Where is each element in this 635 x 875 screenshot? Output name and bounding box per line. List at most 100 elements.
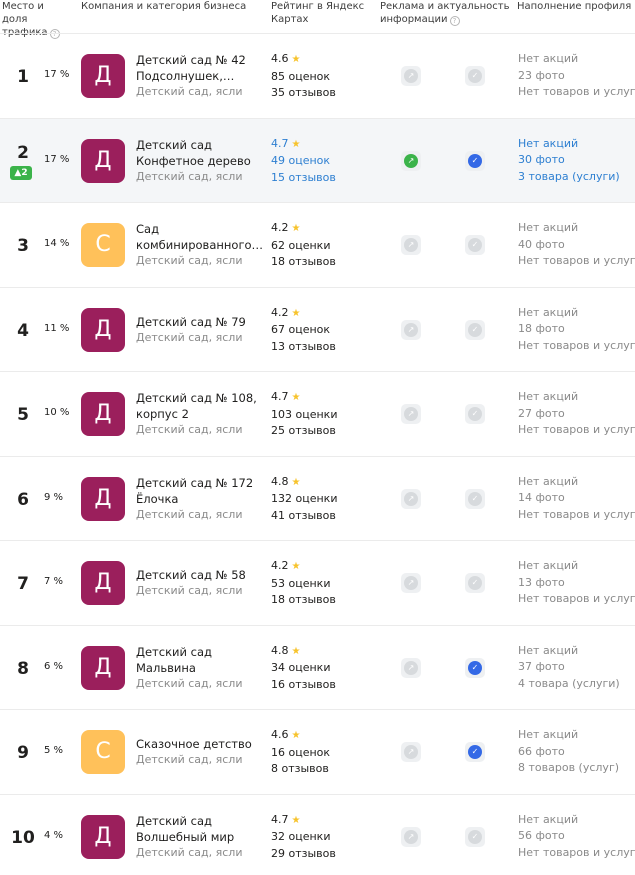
profile-fill: Нет акций 13 фото Нет товаров и услуг xyxy=(518,558,635,608)
actuality-status-icon[interactable]: ✓ xyxy=(465,573,485,593)
star-icon: ★ xyxy=(291,730,301,741)
table-row[interactable]: 86 % Д Детский сад Мальвина Детский сад, ясл… xyxy=(0,624,635,710)
ad-status-icon[interactable]: ↗ xyxy=(401,573,421,593)
company-info[interactable]: Детский сад № 172 Ёлочка Детский сад, ясли xyxy=(136,475,264,523)
ad-status-icon[interactable]: ↗ xyxy=(401,742,421,762)
ad-status-icon[interactable]: ↗ xyxy=(401,150,421,171)
company-name[interactable]: Детский сад xyxy=(136,813,264,829)
actuality-status-icon[interactable]: ✓ xyxy=(465,235,485,255)
arrow-icon: ↗ xyxy=(404,153,418,168)
star-icon: ★ xyxy=(291,54,301,65)
photos-count: 30 фото xyxy=(518,153,565,166)
table-row[interactable]: 5 10 % Д Детский сад № 108, корпус 2 Детский … xyxy=(0,371,635,456)
ratings-count: 62 оценки xyxy=(271,238,331,252)
actuality-status-icon[interactable]: ✓ xyxy=(465,657,485,678)
ad-status-icon[interactable]: ↗ xyxy=(401,319,421,340)
table-row[interactable]: 3 14 % С Сад комбинированного… Детский сад, я… xyxy=(0,202,635,287)
company-category: Детский сад, ясли xyxy=(136,845,243,859)
company-name[interactable]: Детский сад № 42 xyxy=(136,52,264,68)
company-name-line2[interactable]: Мальвина xyxy=(136,660,264,676)
header-rating: Рейтинг в Яндекс Картах xyxy=(271,1,365,25)
ad-status-icon[interactable]: ↗ xyxy=(401,404,421,424)
arrow-icon: ↗ xyxy=(404,407,418,421)
company-name[interactable]: Детский сад № 79 xyxy=(136,314,264,330)
ratings-count: 32 оценки xyxy=(271,830,331,843)
actuality-status-icon[interactable]: ✓ xyxy=(465,150,485,171)
ad-status-icon[interactable]: ↗ xyxy=(401,657,421,678)
profile-fill: Нет акций 30 фото 3 товара (услуги) xyxy=(518,136,635,186)
company-avatar: Д xyxy=(81,561,125,605)
company-info[interactable]: Детский сад № 58 Детский сад, ясли xyxy=(136,567,264,599)
company-name[interactable]: Детский сад № 172 xyxy=(136,475,264,491)
rating-block: 4.2 ★ 53 оценки 18 отзывов xyxy=(271,558,376,609)
ad-status-icon[interactable]: ↗ xyxy=(401,66,421,86)
company-info[interactable]: Сказочное детство Детский сад, ясли xyxy=(136,736,264,768)
goods-info: 3 товара (услуги) xyxy=(518,169,620,183)
table-row[interactable]: 7 7 % Д Детский сад № 58 Детский сад, ясли 4.… xyxy=(0,540,635,625)
rating-block: 4.7 ★ 103 оценки 25 отзывов xyxy=(271,389,376,440)
company-info[interactable]: Детский сад № 42 Подсолнушек,… Детский сад… xyxy=(136,52,264,100)
help-icon[interactable]: ? xyxy=(449,16,460,26)
company-name[interactable]: Детский сад № 108, xyxy=(136,390,264,406)
company-name[interactable]: Сад xyxy=(136,221,264,237)
check-icon: ✓ xyxy=(468,576,482,590)
rating-value: 4.7 xyxy=(271,136,289,150)
ad-status-icon[interactable]: ↗ xyxy=(401,235,421,255)
check-icon: ✓ xyxy=(468,322,482,337)
table-row[interactable]: 9 5 % С Сказочное детство Детский сад, ясли 4… xyxy=(0,709,635,794)
ratings-count: 34 оценки xyxy=(271,661,331,674)
company-name-line2[interactable]: корпус 2 xyxy=(136,406,264,422)
company-info[interactable]: Детский сад Конфетное дерево Детский сад, … xyxy=(136,137,264,185)
company-info[interactable]: Сад комбинированного… Детский сад, ясли xyxy=(136,221,264,269)
company-info[interactable]: Детский сад № 79 Детский сад, ясли xyxy=(136,314,264,346)
actuality-status-icon[interactable]: ✓ xyxy=(465,66,485,86)
check-icon: ✓ xyxy=(468,660,482,675)
star-icon: ★ xyxy=(291,223,301,234)
company-name-line2[interactable]: Волшебный мир xyxy=(136,829,264,845)
table-row[interactable]: 10 4 % Д Детский сад Волшебный мир Детский са… xyxy=(0,793,635,875)
ad-status-icon[interactable]: ↗ xyxy=(401,488,421,509)
company-name[interactable]: Детский сад xyxy=(136,644,264,660)
star-icon: ★ xyxy=(291,307,301,319)
rating-value-line: 4.8 ★ xyxy=(271,474,376,492)
ratings-count: 85 оценок xyxy=(271,69,331,83)
rank-number: 10 xyxy=(11,827,35,848)
company-info[interactable]: Детский сад Волшебный мир Детский сад, ясл… xyxy=(136,813,264,861)
actuality-status-icon[interactable]: ✓ xyxy=(465,319,485,340)
rating-block: 4.6 ★ 16 оценок 8 отзывов xyxy=(271,727,376,778)
company-name-line2[interactable]: Подсолнушек,… xyxy=(136,68,264,84)
photos-count: 27 фото xyxy=(518,406,565,420)
company-avatar: Д xyxy=(81,392,125,436)
company-name[interactable]: Сказочное детство xyxy=(136,736,264,752)
profile-fill: Нет акций 40 фото Нет товаров и услуг xyxy=(518,220,635,270)
table-row[interactable]: 2 ▲2 17 % Д Детский сад Конфетное дерево Детск… xyxy=(0,117,635,202)
actuality-status-icon[interactable]: ✓ xyxy=(465,742,485,762)
actuality-status-icon[interactable]: ✓ xyxy=(465,488,485,509)
traffic-share: 11 % xyxy=(44,322,70,334)
actuality-status-icon[interactable]: ✓ xyxy=(465,404,485,424)
table-row[interactable]: 4 11 % Д Детский сад № 79 Детский сад, ясли 4… xyxy=(0,286,635,372)
company-category: Детский сад, ясли xyxy=(136,753,243,766)
table-row[interactable]: 69 % Д Детский сад № 172 Ёлочка Детский сад,… xyxy=(0,455,635,541)
rank-number: 7 xyxy=(17,574,29,594)
photos-count: 37 фото xyxy=(518,660,565,673)
reviews-count: 18 отзывов xyxy=(271,593,336,606)
rank-number: 2 xyxy=(17,142,29,163)
company-name-line2[interactable]: Ёлочка xyxy=(136,491,264,507)
company-info[interactable]: Детский сад № 108, корпус 2 Детский сад, я… xyxy=(136,390,264,438)
company-name[interactable]: Детский сад xyxy=(136,137,264,153)
actuality-status-icon[interactable]: ✓ xyxy=(465,826,485,847)
rating-value-line: 4.2 ★ xyxy=(271,220,376,238)
rating-value: 4.6 xyxy=(271,728,289,741)
company-name[interactable]: Детский сад № 58 xyxy=(136,567,264,583)
ratings-count: 16 оценок xyxy=(271,745,331,759)
promo-info: Нет акций xyxy=(518,643,579,657)
table-row[interactable]: 1 17 % Д Детский сад № 42 Подсолнушек,… Детск… xyxy=(0,33,635,118)
rating-value: 4.7 xyxy=(271,390,289,403)
ad-status-icon[interactable]: ↗ xyxy=(401,826,421,847)
company-name-line2[interactable]: Конфетное дерево xyxy=(136,153,264,169)
goods-info: Нет товаров и услуг xyxy=(518,85,635,98)
rating-value: 4.8 xyxy=(271,474,289,488)
company-info[interactable]: Детский сад Мальвина Детский сад, ясли xyxy=(136,644,264,692)
company-name-line2[interactable]: комбинированного… xyxy=(136,237,264,253)
